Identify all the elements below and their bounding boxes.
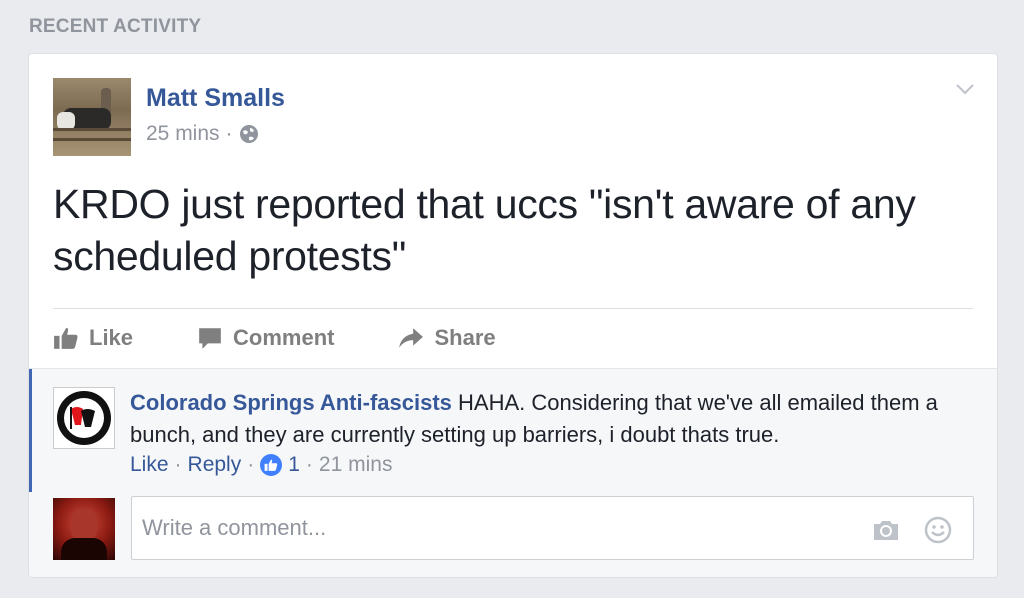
comment-button[interactable]: Comment <box>197 325 334 351</box>
like-button[interactable]: Like <box>53 325 133 351</box>
post-time[interactable]: 25 mins <box>146 122 220 146</box>
like-label: Like <box>89 325 134 350</box>
comment-label: Comment <box>233 325 335 350</box>
comment-meta: Like · Reply · 1 · 21 mins <box>130 453 392 477</box>
comment-composer[interactable] <box>131 496 974 560</box>
commenter-name[interactable]: Colorado Springs Anti-fascists <box>130 390 452 415</box>
comments-section: Colorado Springs Anti-fascists HAHA. Con… <box>29 368 997 577</box>
share-arrow-icon <box>399 328 424 348</box>
like-badge-icon[interactable] <box>260 454 283 476</box>
comment-time[interactable]: 21 mins <box>319 453 393 477</box>
section-title: RECENT ACTIVITY <box>29 16 202 37</box>
separator: · <box>305 453 313 476</box>
comment-body: Colorado Springs Anti-fascists HAHA. Con… <box>130 387 960 451</box>
emoji-icon[interactable] <box>923 515 953 545</box>
post-meta: 25 mins · <box>146 122 259 146</box>
composer-icons <box>871 515 953 545</box>
globe-icon[interactable] <box>239 124 259 144</box>
comment-input[interactable] <box>142 515 842 541</box>
chevron-down-icon[interactable] <box>955 82 975 96</box>
commenter-avatar[interactable] <box>53 387 115 449</box>
separator: · <box>247 453 255 476</box>
meta-separator: · <box>225 122 233 145</box>
post-actions: Like Comment Share <box>53 318 560 358</box>
comment-reply-link[interactable]: Reply <box>188 453 242 477</box>
author-avatar[interactable] <box>53 78 131 156</box>
speech-bubble-icon <box>199 328 221 349</box>
comment-like-count[interactable]: 1 <box>288 453 300 477</box>
antifa-logo-icon <box>57 391 111 445</box>
share-button[interactable]: Share <box>398 325 496 351</box>
comment-like-link[interactable]: Like <box>130 453 169 477</box>
thumbs-up-icon <box>54 327 78 349</box>
current-user-avatar[interactable] <box>53 498 115 560</box>
share-label: Share <box>434 325 496 350</box>
camera-icon[interactable] <box>871 515 901 545</box>
author-name[interactable]: Matt Smalls <box>146 84 285 113</box>
post-text: KRDO just reported that uccs "isn't awar… <box>53 181 916 279</box>
post-card: Matt Smalls 25 mins · KRDO just reported… <box>28 53 998 578</box>
separator: · <box>174 453 182 476</box>
divider <box>53 308 973 309</box>
comment-highlight-bar <box>29 369 32 492</box>
